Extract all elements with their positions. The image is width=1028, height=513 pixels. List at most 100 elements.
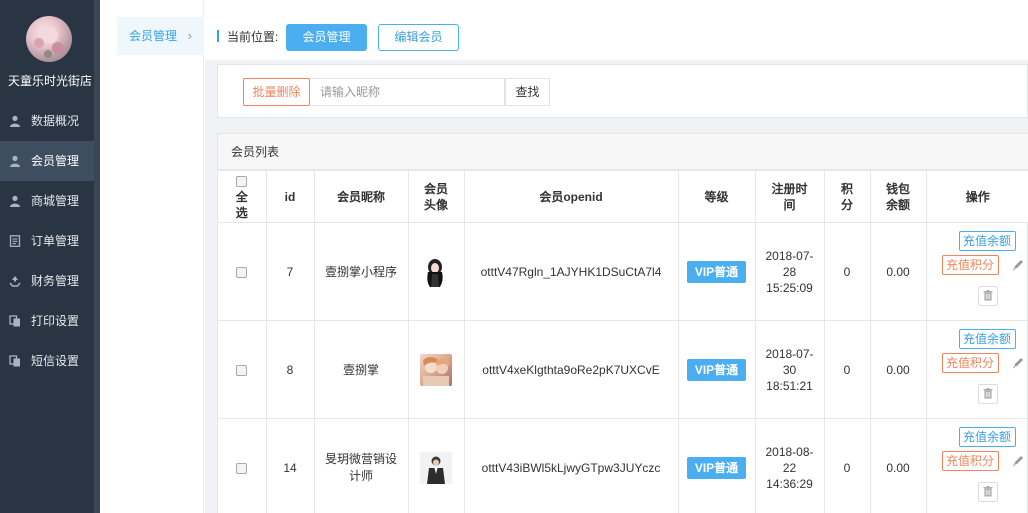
level-badge: VIP普通 — [687, 260, 746, 283]
row-select-cell — [218, 222, 267, 321]
row-checkbox[interactable] — [236, 462, 248, 474]
trash-icon — [983, 289, 992, 301]
store-avatar[interactable] — [26, 16, 72, 62]
sidebar-scrollbar[interactable] — [94, 0, 100, 513]
balance-cell: 0.00 — [869, 320, 927, 419]
ops-header: 操作 — [925, 170, 1028, 223]
reg-time-header: 注册时间 — [754, 170, 825, 223]
document-icon — [9, 235, 21, 247]
member-avatar — [420, 255, 452, 288]
submenu-item-label: 会员管理 — [129, 29, 178, 43]
sidebar-item-orders[interactable]: 订单管理 — [0, 221, 100, 261]
balance-header-label: 钱包余额 — [885, 181, 910, 212]
row-select-cell — [218, 320, 267, 419]
reg-time-text: 2018-07-30 18:51:21 — [765, 346, 814, 393]
level-cell: VIP普通 — [677, 418, 756, 513]
edit-icon[interactable] — [1012, 454, 1024, 468]
avatar-header-label: 会员头像 — [423, 181, 448, 212]
recycle-icon — [9, 276, 21, 287]
row-checkbox[interactable] — [236, 364, 248, 376]
recharge-points-button[interactable]: 充值积分 — [941, 451, 999, 471]
recharge-points-button[interactable]: 充值积分 — [941, 255, 999, 275]
member-management-button[interactable]: 会员管理 — [286, 24, 367, 51]
level-header: 等级 — [677, 170, 756, 223]
sidebar-item-label: 短信设置 — [31, 354, 80, 368]
breadcrumb: 当前位置: 会员管理 编辑会员 — [205, 0, 1028, 60]
avatar-cell — [407, 320, 465, 419]
edit-icon[interactable] — [1012, 258, 1024, 272]
balance-cell: 0.00 — [869, 418, 927, 513]
row-actions: 充值余额 充值积分 — [927, 223, 1028, 320]
openid-cell: otttV4xeKlgthta9oRe2pK7UXCvE — [463, 320, 679, 419]
copy-icon — [9, 315, 20, 327]
level-badge: VIP普通 — [687, 358, 746, 381]
member-avatar — [420, 353, 452, 386]
recharge-points-button[interactable]: 充值积分 — [941, 353, 999, 373]
reg-time-text: 2018-08-22 14:36:29 — [765, 444, 814, 491]
reg-time-text: 2018-07-28 15:25:09 — [765, 248, 814, 295]
recharge-balance-button[interactable]: 充值余额 — [958, 427, 1016, 447]
select-all-checkbox[interactable] — [236, 175, 248, 187]
sidebar-item-label: 商城管理 — [31, 194, 80, 208]
delete-button[interactable] — [977, 384, 998, 404]
submenu-item-members[interactable]: 会员管理 › — [117, 17, 204, 55]
sidebar-item-mall[interactable]: 商城管理 — [0, 181, 100, 221]
member-avatar — [420, 451, 452, 484]
avatar-cell — [407, 222, 465, 321]
sidebar-item-members[interactable]: 会员管理 — [0, 141, 100, 181]
delete-button[interactable] — [977, 482, 998, 502]
user-icon — [10, 155, 20, 167]
id-cell: 7 — [265, 222, 315, 321]
reg-time-cell: 2018-07-30 18:51:21 — [754, 320, 825, 419]
table-row: 8 壹捌掌 otttV4xeKlgthta9oRe2pK7UXCvE VIP普通… — [218, 320, 1028, 419]
select-all-header: 全选 — [218, 170, 267, 223]
ops-cell: 充值余额 充值积分 — [925, 320, 1028, 419]
sidebar-item-print[interactable]: 打印设置 — [0, 301, 100, 341]
points-cell: 0 — [823, 418, 871, 513]
id-header: id — [265, 170, 315, 223]
points-cell: 0 — [823, 320, 871, 419]
nickname-cell: 壹捌掌 — [313, 320, 409, 419]
balance-header: 钱包余额 — [869, 170, 927, 223]
points-header: 积分 — [823, 170, 871, 223]
trash-icon — [983, 387, 992, 399]
trash-icon — [983, 485, 992, 497]
reg-time-cell: 2018-08-22 14:36:29 — [754, 418, 825, 513]
store-name: 天童乐时光街店 — [7, 74, 92, 88]
edit-member-button[interactable]: 编辑会员 — [378, 24, 459, 51]
sidebar-item-dashboard[interactable]: 数据概况 — [0, 101, 100, 141]
chevron-right-icon: › — [187, 28, 192, 43]
row-select-cell — [218, 418, 267, 513]
nickname-text: 旻玥微营销设计师 — [324, 451, 397, 483]
ops-cell: 充值余额 充值积分 — [925, 418, 1028, 513]
nickname-cell: 旻玥微营销设计师 — [313, 418, 409, 513]
avatar-cell — [407, 418, 465, 513]
nickname-cell: 壹捌掌小程序 — [313, 222, 409, 321]
member-list-title: 会员列表 — [218, 134, 1028, 170]
row-actions: 充值余额 充值积分 — [927, 321, 1028, 418]
sidebar-nav: 数据概况 会员管理 商城管理 订单管理 财务管理 打印设置 短信设置 — [0, 101, 100, 381]
main-content: 当前位置: 会员管理 编辑会员 批量删除 查找 会员列表 全选 id — [205, 0, 1028, 513]
edit-icon[interactable] — [1012, 356, 1024, 370]
delete-button[interactable] — [977, 286, 998, 306]
find-button[interactable]: 查找 — [505, 78, 550, 106]
nickname-search-input[interactable] — [310, 78, 505, 106]
reg-time-header-label: 注册时间 — [771, 181, 808, 212]
sidebar-item-finance[interactable]: 财务管理 — [0, 261, 100, 301]
sidebar: 天童乐时光街店 数据概况 会员管理 商城管理 订单管理 财务管理 打印设置 短信… — [0, 0, 100, 513]
points-cell: 0 — [823, 222, 871, 321]
sidebar-item-label: 会员管理 — [31, 154, 80, 168]
recharge-balance-button[interactable]: 充值余额 — [958, 329, 1016, 349]
batch-delete-button[interactable]: 批量删除 — [243, 78, 310, 106]
breadcrumb-marker — [217, 30, 219, 42]
user-icon — [10, 115, 20, 127]
recharge-balance-button[interactable]: 充值余额 — [958, 231, 1016, 251]
avatar-header: 会员头像 — [407, 170, 465, 223]
id-cell: 8 — [265, 320, 315, 419]
user-icon — [10, 195, 20, 207]
openid-cell: otttV43iBWl5kLjwyGTpw3JUYczc — [463, 418, 679, 513]
openid-header: 会员openid — [463, 170, 679, 223]
sidebar-item-sms[interactable]: 短信设置 — [0, 341, 100, 381]
row-checkbox[interactable] — [236, 266, 248, 278]
table-row: 14 旻玥微营销设计师 otttV43iBWl5kLjwyGTpw3JUYczc… — [218, 418, 1028, 513]
